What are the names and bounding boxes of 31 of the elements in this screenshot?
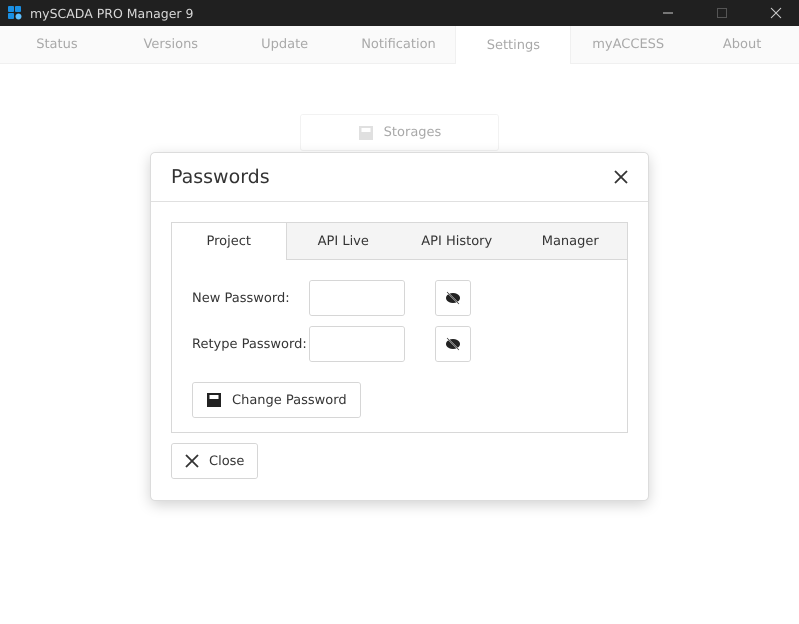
- change-password-button[interactable]: Change Password: [192, 382, 361, 418]
- tab[interactable]: About: [685, 26, 799, 63]
- tab[interactable]: Settings: [455, 26, 572, 64]
- tab[interactable]: Manager: [514, 223, 627, 260]
- maximize-icon: [716, 7, 728, 19]
- storages-button[interactable]: Storages: [300, 114, 499, 151]
- field-label: Retype Password:: [192, 336, 308, 352]
- toggle-visibility-button[interactable]: [435, 326, 471, 362]
- save-icon: [358, 124, 374, 140]
- app-logo-icon: [8, 6, 22, 20]
- eye-slash-icon: [445, 337, 461, 351]
- close-button[interactable]: [612, 168, 630, 186]
- close-dialog-button[interactable]: Close: [171, 443, 258, 479]
- tab[interactable]: Versions: [114, 26, 228, 63]
- close-icon: [185, 454, 199, 468]
- tab[interactable]: API Live: [286, 223, 400, 260]
- password-field[interactable]: [309, 326, 405, 362]
- tab[interactable]: Update: [228, 26, 342, 63]
- close-icon: [770, 7, 782, 19]
- tab[interactable]: Project: [172, 223, 286, 260]
- toggle-visibility-button[interactable]: [435, 280, 471, 316]
- tab[interactable]: API History: [400, 223, 514, 260]
- field-label: New Password:: [192, 290, 291, 306]
- dialog-title: Passwords: [171, 166, 270, 188]
- save-icon: [206, 392, 222, 408]
- eye-slash-icon: [445, 291, 461, 305]
- tab[interactable]: Status: [0, 26, 114, 63]
- tab[interactable]: myACCESS: [571, 26, 686, 63]
- tab[interactable]: Notification: [342, 26, 456, 63]
- password-field[interactable]: [309, 280, 405, 316]
- window-title: mySCADA PRO Manager 9: [30, 6, 194, 20]
